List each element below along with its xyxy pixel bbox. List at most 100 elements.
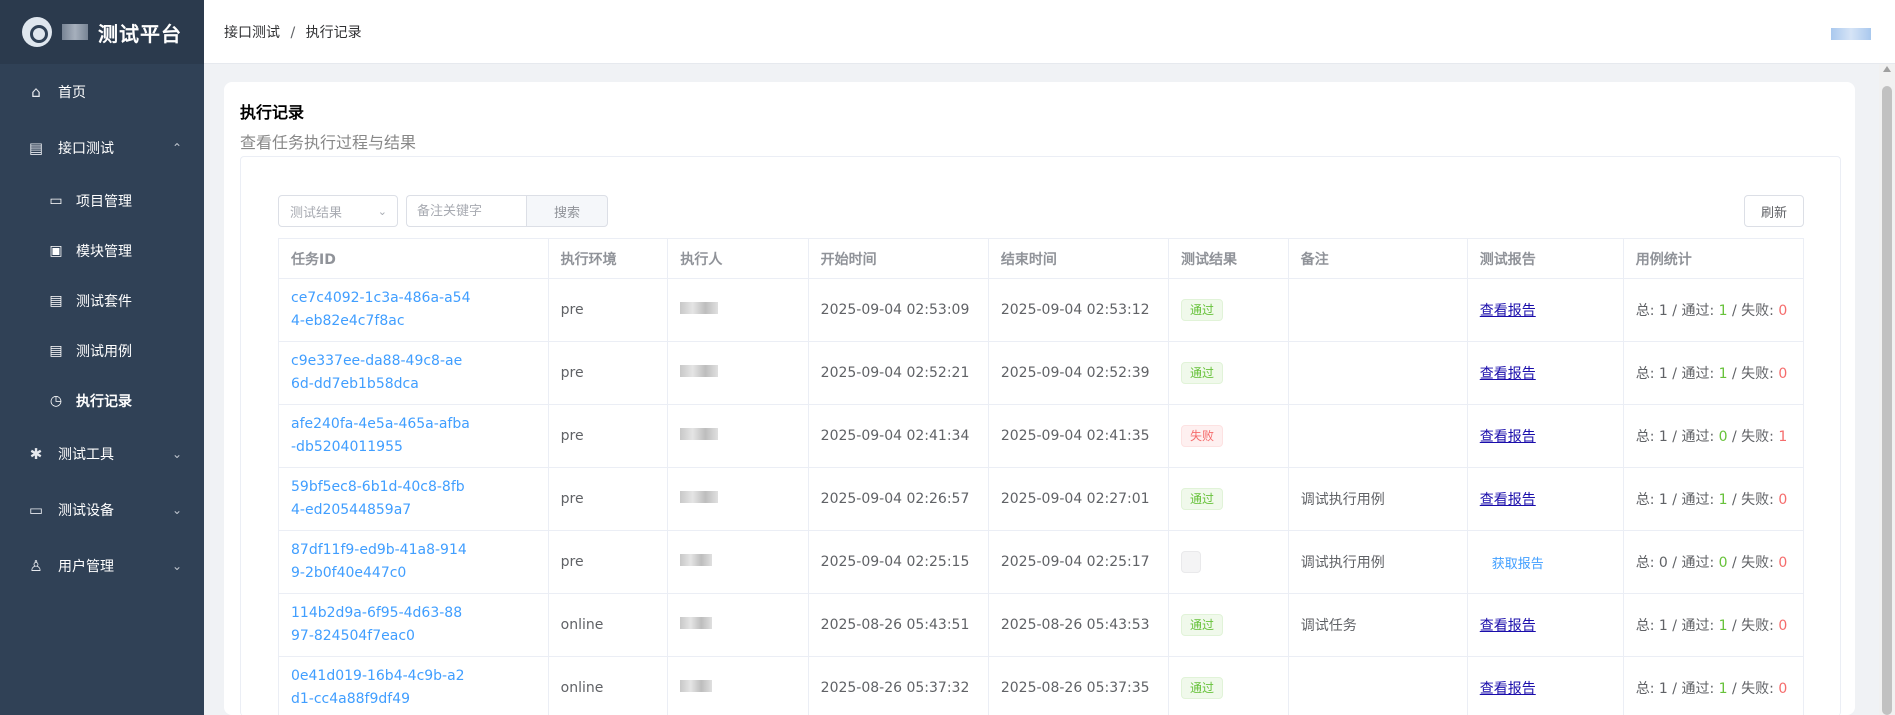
- column-header: 执行人: [667, 238, 809, 279]
- view-report-link[interactable]: 查看报告: [1480, 366, 1536, 382]
- task-id-link[interactable]: c9e337ee-da88-49c8-ae6d-dd7eb1b58dca: [291, 350, 471, 396]
- env-cell: pre: [547, 278, 669, 342]
- report-cell: 获取报告: [1466, 530, 1624, 594]
- case-stats-cell: 总: 1 / 通过: 0 / 失败: 1: [1622, 404, 1805, 468]
- stats-failed-value: 0: [1778, 618, 1788, 634]
- view-report-link[interactable]: 查看报告: [1480, 492, 1536, 508]
- executor-blurred-name: [680, 680, 713, 692]
- report-cell: 查看报告: [1466, 593, 1624, 657]
- executor-cell: [667, 278, 809, 342]
- status-badge: 通过: [1181, 299, 1224, 321]
- table-row: 87df11f9-ed9b-41a8-9149-2b0f40e447c0 pre 2…: [278, 530, 1805, 594]
- chevron-down-icon: ⌄: [377, 204, 387, 218]
- table-row: 0e41d019-16b4-4c9b-a2d1-cc4a88f9df49 onli…: [278, 656, 1805, 715]
- case-stats-cell: 总: 1 / 通过: 1 / 失败: 0: [1622, 593, 1805, 657]
- task-id-link[interactable]: 0e41d019-16b4-4c9b-a2d1-cc4a88f9df49: [291, 665, 471, 711]
- result-cell: 通过: [1168, 341, 1289, 405]
- fetch-report-link[interactable]: 获取报告: [1492, 557, 1544, 572]
- stats-failed-value: 0: [1778, 492, 1788, 508]
- task-id-link[interactable]: afe240fa-4e5a-465a-afba-db5204011955: [291, 413, 471, 459]
- breadcrumb: 接口测试 / 执行记录: [224, 22, 362, 42]
- task-id-link[interactable]: 59bf5ec8-6b1d-40c8-8fb4-ed20544859a7: [291, 476, 471, 522]
- result-cell: 通过: [1168, 278, 1289, 342]
- column-header: 任务ID: [278, 238, 549, 279]
- sidebar-item-7[interactable]: ✱ 测试工具 ⌄: [0, 426, 204, 482]
- home-icon: ⌂: [31, 83, 41, 101]
- keyword-search-input[interactable]: [406, 195, 526, 227]
- stats-total-label: 总:: [1635, 303, 1659, 319]
- column-header: 测试报告: [1466, 238, 1624, 279]
- user-icon: ♙: [29, 557, 43, 575]
- sidebar-item-2[interactable]: ▭ 项目管理: [0, 176, 204, 226]
- view-report-link[interactable]: 查看报告: [1480, 618, 1536, 634]
- end-time-cell: 2025-09-04 02:25:17: [987, 530, 1170, 594]
- executor-cell: [667, 530, 809, 594]
- result-filter-select[interactable]: 测试结果 ⌄: [278, 195, 398, 227]
- result-cell: 通过: [1168, 656, 1289, 715]
- sidebar-item-6[interactable]: ◷ 执行记录: [0, 376, 204, 426]
- stats-failed-value: 1: [1778, 429, 1788, 445]
- sidebar-item-8[interactable]: ▭ 测试设备 ⌄: [0, 482, 204, 538]
- task-id-link[interactable]: ce7c4092-1c3a-486a-a544-eb82e4c7f8ac: [291, 287, 471, 333]
- status-badge: 通过: [1181, 614, 1224, 636]
- sidebar-item-label: 首页: [58, 85, 86, 101]
- sidebar: 测试平台 ⌂ 首页 ▤ 接口测试 ⌃ ▭ 项目管理 ▣ 模块管理 ▤ 测试套件 ▤ 测试用例 ◷ 执行记录 ✱…: [0, 0, 204, 715]
- stats-passed-label: / 通过:: [1667, 303, 1719, 319]
- sidebar-item-4[interactable]: ▤ 测试套件: [0, 276, 204, 326]
- table-row: ce7c4092-1c3a-486a-a544-eb82e4c7f8ac pre 2…: [278, 278, 1805, 342]
- chevron-down-icon: ⌄: [171, 559, 182, 573]
- view-report-link[interactable]: 查看报告: [1480, 303, 1536, 319]
- note-cell: [1287, 341, 1468, 405]
- view-report-link[interactable]: 查看报告: [1480, 681, 1536, 697]
- scrollbar-thumb[interactable]: [1882, 86, 1892, 715]
- env-cell: online: [547, 593, 669, 657]
- scroll-up-arrow-icon[interactable]: [1883, 66, 1891, 72]
- column-header: 执行环境: [547, 238, 669, 279]
- executor-blurred-name: [680, 554, 713, 566]
- page-scrollbar[interactable]: [1879, 64, 1895, 715]
- brand[interactable]: 测试平台: [0, 0, 204, 64]
- sidebar-item-0[interactable]: ⌂ 首页: [0, 64, 204, 120]
- stats-total-value: 1: [1658, 303, 1668, 319]
- gear-icon: ✱: [29, 445, 43, 463]
- stats-passed-label: / 通过:: [1667, 681, 1719, 697]
- column-header: 开始时间: [807, 238, 989, 279]
- task-id-link[interactable]: 114b2d9a-6f95-4d63-8897-824504f7eac0: [291, 602, 471, 648]
- breadcrumb-parent[interactable]: 接口测试: [224, 25, 280, 41]
- end-time-cell: 2025-08-26 05:43:53: [987, 593, 1170, 657]
- status-badge: 失败: [1181, 425, 1224, 447]
- search-button[interactable]: 搜索: [526, 195, 608, 227]
- stats-total-label: 总:: [1635, 681, 1659, 697]
- table-row: 114b2d9a-6f95-4d63-8897-824504f7eac0 onli…: [278, 593, 1805, 657]
- stats-passed-value: 1: [1718, 618, 1728, 634]
- stats-failed-label: / 失败:: [1727, 555, 1779, 571]
- brand-blurred-prefix: [62, 24, 88, 40]
- suite-icon: ▤: [49, 293, 63, 309]
- sidebar-item-3[interactable]: ▣ 模块管理: [0, 226, 204, 276]
- task-id-cell: 87df11f9-ed9b-41a8-9149-2b0f40e447c0: [278, 530, 549, 594]
- sidebar-item-1[interactable]: ▤ 接口测试 ⌃: [0, 120, 204, 176]
- user-avatar[interactable]: [1831, 28, 1871, 40]
- case-stats-cell: 总: 1 / 通过: 1 / 失败: 0: [1622, 341, 1805, 405]
- task-id-cell: c9e337ee-da88-49c8-ae6d-dd7eb1b58dca: [278, 341, 549, 405]
- report-cell: 查看报告: [1466, 656, 1624, 715]
- executor-blurred-name: [680, 365, 719, 377]
- column-header: 测试结果: [1168, 238, 1289, 279]
- view-report-link[interactable]: 查看报告: [1480, 429, 1536, 445]
- stats-total-value: 1: [1658, 429, 1668, 445]
- sidebar-item-label: 测试设备: [58, 503, 114, 519]
- result-filter-placeholder: 测试结果: [290, 205, 343, 221]
- table-header-row: 任务ID 执行环境 执行人 开始时间 结束时间 测试结果 备注 测试报告 用例统计: [278, 238, 1805, 279]
- note-cell: [1287, 278, 1468, 342]
- end-time-cell: 2025-09-04 02:41:35: [987, 404, 1170, 468]
- result-cell: 通过: [1168, 467, 1289, 531]
- filter-toolbar: 测试结果 ⌄ 搜索 刷新: [278, 195, 1804, 227]
- sidebar-item-5[interactable]: ▤ 测试用例: [0, 326, 204, 376]
- executor-cell: [667, 341, 809, 405]
- task-id-link[interactable]: 87df11f9-ed9b-41a8-9149-2b0f40e447c0: [291, 539, 471, 585]
- stats-failed-label: / 失败:: [1727, 429, 1779, 445]
- stats-failed-label: / 失败:: [1727, 366, 1779, 382]
- refresh-button[interactable]: 刷新: [1744, 195, 1804, 227]
- page-title: 执行记录: [240, 103, 305, 122]
- sidebar-item-9[interactable]: ♙ 用户管理 ⌄: [0, 538, 204, 594]
